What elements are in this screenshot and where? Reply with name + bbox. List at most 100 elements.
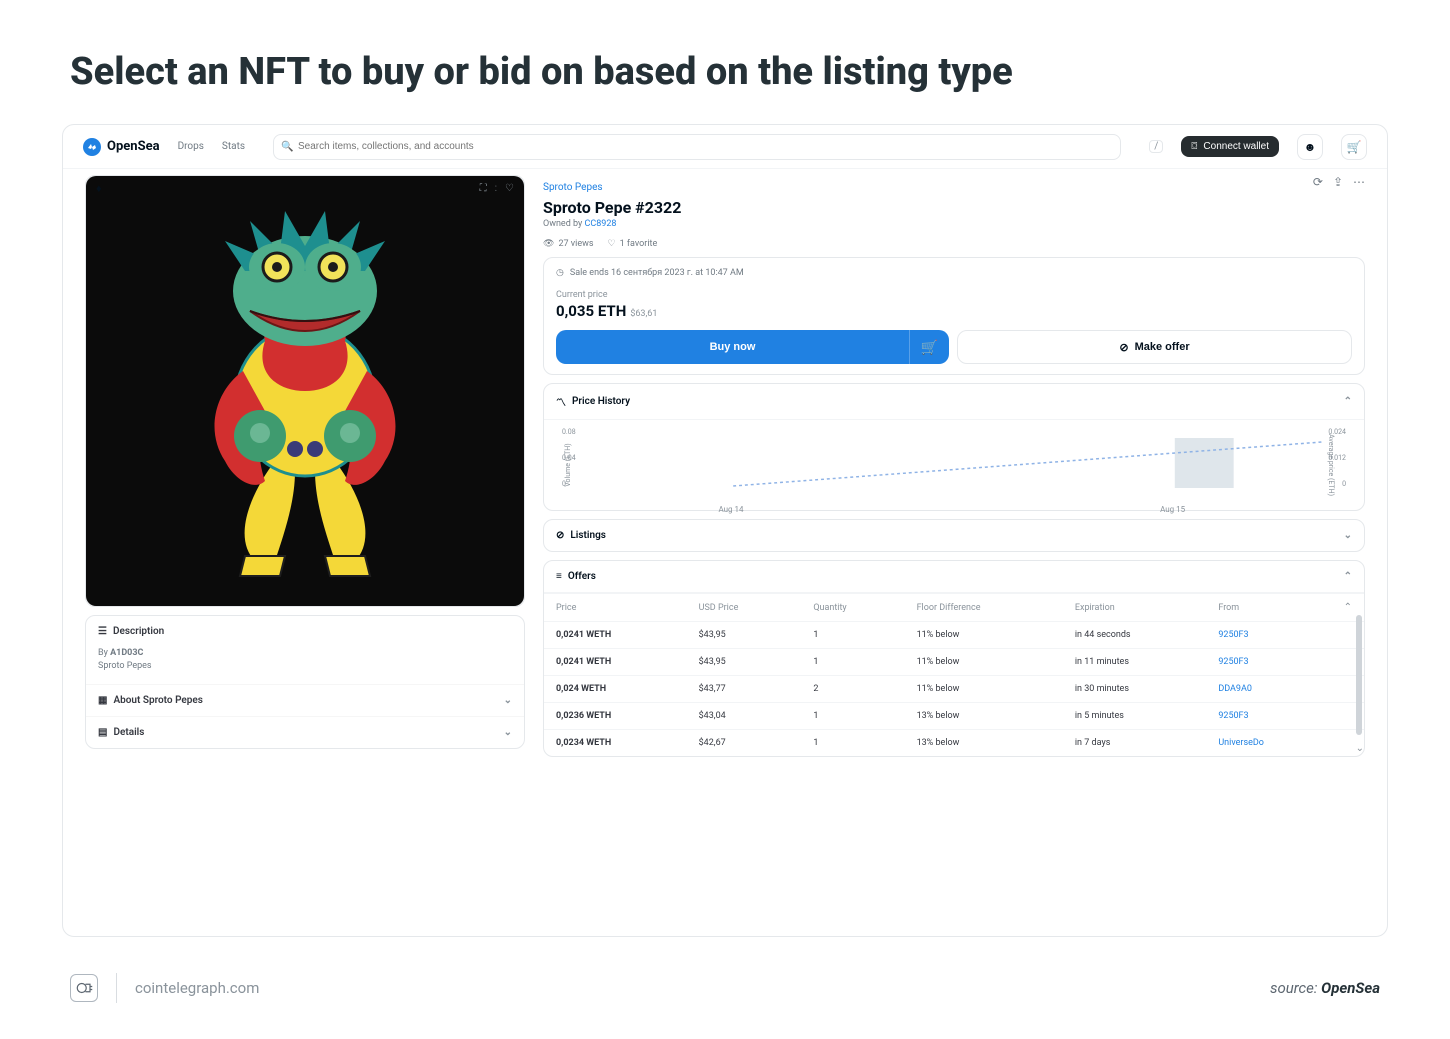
cell-qty: 1 (801, 622, 904, 649)
scrollbar-thumb[interactable] (1356, 615, 1362, 735)
description-title: Description (113, 626, 164, 637)
cell-usd: $42,67 (687, 730, 802, 757)
opensea-logo-icon (83, 138, 101, 156)
y-tick-right: 0.024 (1328, 428, 1346, 436)
cell-price: 0,0236 WETH (544, 703, 687, 730)
chevron-down-icon: ⌄ (504, 695, 512, 706)
brand-name: OpenSea (107, 139, 160, 154)
clock-icon: ◷ (556, 268, 564, 278)
cell-qty: 1 (801, 649, 904, 676)
cell-exp: in 7 days (1063, 730, 1206, 757)
cart-icon-button[interactable]: 🛒 (1341, 134, 1367, 160)
cell-from: DDA9A0 (1206, 676, 1331, 703)
token-title: Sproto Pepe #2322 (543, 198, 681, 217)
offers-table-scroll[interactable]: Price USD Price Quantity Floor Differenc… (544, 593, 1364, 756)
col-qty: Quantity (801, 594, 904, 622)
cell-exp: in 5 minutes (1063, 703, 1206, 730)
table-row[interactable]: 0,0241 WETH$43,95111% belowin 11 minutes… (544, 649, 1364, 676)
nav-link-stats[interactable]: Stats (222, 141, 245, 152)
more-icon[interactable]: ⋯ (1353, 175, 1365, 189)
cell-qty: 2 (801, 676, 904, 703)
cell-usd: $43,04 (687, 703, 802, 730)
table-row[interactable]: 0,0241 WETH$43,95111% belowin 44 seconds… (544, 622, 1364, 649)
offers-panel: ≡Offers ⌃ Price USD Price Quantity Floor… (543, 560, 1365, 757)
right-column: Sproto Pepes Sproto Pepe #2322 Owned by … (543, 175, 1365, 757)
footer-site: cointelegraph.com (135, 979, 259, 997)
description-icon: ☰ (98, 626, 107, 637)
favorites-label: 1 favorite (620, 239, 658, 249)
user-link[interactable]: 9250F3 (1218, 630, 1248, 640)
chevron-up-icon: ⌃ (1344, 396, 1352, 407)
sale-end-label: Sale ends 16 сентября 2023 г. at 10:47 A… (570, 268, 744, 278)
y-tick-right: 0 (1342, 480, 1346, 488)
profile-icon-button[interactable]: ☻ (1297, 134, 1323, 160)
price-history-title: Price History (572, 396, 630, 407)
details-title: Details (113, 727, 144, 738)
favorite-heart-icon[interactable]: ♡ (505, 183, 514, 194)
creator-sub: Sproto Pepes (98, 660, 512, 673)
list-icon: ≡ (556, 571, 562, 582)
price-history-panel: 〽 Price History ⌃ Volume (ETH) Average pr… (543, 383, 1365, 511)
about-panel-header[interactable]: ▦About Sproto Pepes ⌄ (86, 684, 524, 716)
cell-usd: $43,95 (687, 622, 802, 649)
brand-logo[interactable]: OpenSea (83, 138, 160, 156)
nav-link-drops[interactable]: Drops (178, 141, 204, 152)
search-shortcut-hint: / (1149, 140, 1163, 153)
current-price-label: Current price (556, 290, 1352, 300)
details-panel-header[interactable]: ▤Details ⌄ (86, 716, 524, 748)
col-from: From (1206, 594, 1331, 622)
chart-icon: 〽 (556, 394, 566, 409)
search-input[interactable] (273, 134, 1121, 160)
add-to-cart-icon[interactable]: 🛒 (909, 330, 949, 364)
share-icon[interactable]: ⇪ (1333, 175, 1343, 189)
owner-link[interactable]: CC8928 (585, 219, 617, 229)
article-footer: cointelegraph.com source: OpenSea (0, 937, 1450, 1039)
heart-icon: ♡ (608, 239, 616, 249)
cell-price: 0,0241 WETH (544, 622, 687, 649)
refresh-icon[interactable]: ⟳ (1313, 175, 1323, 189)
nft-artwork[interactable] (86, 176, 524, 606)
buy-now-button[interactable]: Buy now 🛒 (556, 330, 949, 364)
price-history-chart: Volume (ETH) Average price (ETH) 0.08 0.… (544, 420, 1364, 510)
y-tick: 0.04 (562, 454, 576, 462)
connect-wallet-button[interactable]: ⌼ Connect wallet (1181, 136, 1279, 157)
price-history-header[interactable]: 〽 Price History ⌃ (544, 384, 1364, 420)
buy-now-label: Buy now (556, 330, 909, 364)
cell-from: 9250F3 (1206, 649, 1331, 676)
user-link[interactable]: DDA9A0 (1218, 684, 1252, 694)
page-title: Select an NFT to buy or bid on based on … (0, 0, 1450, 124)
cell-floor: 11% below (905, 649, 1063, 676)
cell-floor: 13% below (905, 730, 1063, 757)
cell-exp: in 11 minutes (1063, 649, 1206, 676)
cell-exp: in 30 minutes (1063, 676, 1206, 703)
cell-floor: 13% below (905, 703, 1063, 730)
sale-card: ◷ Sale ends 16 сентября 2023 г. at 10:47… (543, 257, 1365, 375)
description-panel-header[interactable]: ☰ Description (86, 616, 524, 647)
cell-from: 9250F3 (1206, 703, 1331, 730)
screenshot-frame: OpenSea Drops Stats 🔍 / ⌼ Connect wallet… (62, 124, 1388, 937)
user-link[interactable]: 9250F3 (1218, 657, 1248, 667)
make-offer-button[interactable]: ⊘ Make offer (957, 330, 1352, 364)
listings-header[interactable]: ⊘Listings ⌄ (544, 520, 1364, 551)
table-row[interactable]: 0,0234 WETH$42,67113% belowin 7 daysUniv… (544, 730, 1364, 757)
chevron-down-icon[interactable]: ⌄ (1356, 743, 1364, 754)
cell-exp: in 44 seconds (1063, 622, 1206, 649)
table-row[interactable]: 0,024 WETH$43,77211% belowin 30 minutesD… (544, 676, 1364, 703)
left-column: ♦ ⛶ : ♡ (85, 175, 525, 757)
cell-floor: 11% below (905, 622, 1063, 649)
make-offer-label: Make offer (1135, 341, 1190, 353)
user-link[interactable]: 9250F3 (1218, 711, 1248, 721)
table-row[interactable]: 0,0236 WETH$43,04113% belowin 5 minutes9… (544, 703, 1364, 730)
y-tick-right: 0.012 (1328, 454, 1346, 462)
cell-from: 9250F3 (1206, 622, 1331, 649)
open-original-icon[interactable]: ⛶ (480, 183, 487, 194)
creator-name[interactable]: A1D03C (110, 648, 143, 658)
col-usd: USD Price (687, 594, 802, 622)
chevron-up-icon[interactable]: ⌃ (1344, 602, 1352, 613)
cart-icon: 🛒 (1347, 140, 1362, 154)
offers-header[interactable]: ≡Offers ⌃ (544, 561, 1364, 593)
y-tick: 0 (562, 480, 566, 488)
cell-price: 0,0234 WETH (544, 730, 687, 757)
collection-link[interactable]: Sproto Pepes (543, 182, 603, 193)
user-link[interactable]: UniverseDo (1218, 738, 1264, 748)
